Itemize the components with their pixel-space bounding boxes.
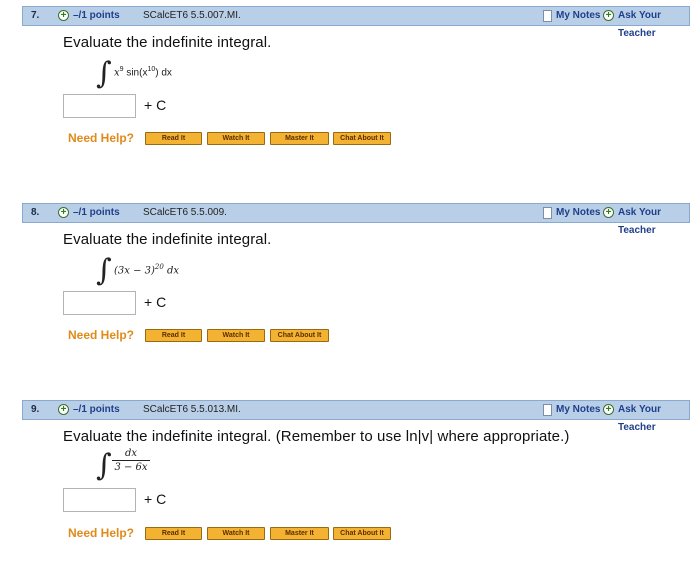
integral-sign-icon: ∫: [96, 448, 112, 483]
source-label: SCalcET6 5.5.009.: [143, 207, 227, 218]
plus-c-label: + C: [144, 491, 167, 507]
ask-teacher-link[interactable]: Ask Your Teacher: [618, 401, 689, 437]
question-header: 7. + –/1 points SCalcET6 5.5.007.MI. My …: [22, 6, 690, 39]
my-notes-link[interactable]: My Notes: [556, 204, 600, 222]
plus-circle-icon[interactable]: +: [58, 404, 69, 415]
points-label: –/1 points: [73, 10, 120, 21]
note-icon[interactable]: [543, 404, 552, 416]
fraction-bar: [112, 460, 150, 461]
plus-circle-icon[interactable]: +: [58, 207, 69, 218]
note-icon[interactable]: [543, 10, 552, 22]
points-label: –/1 points: [73, 404, 120, 415]
integrand-fraction: dx 3 − 6x: [112, 448, 150, 473]
question-number: 9.: [31, 404, 40, 415]
integrand: x9 sin(x10) dx: [114, 66, 172, 79]
master-it-button[interactable]: Master It: [270, 527, 329, 540]
question-prompt: Evaluate the indefinite integral.: [63, 34, 272, 51]
question-prompt: Evaluate the indefinite integral. (Remem…: [63, 428, 570, 445]
master-it-button[interactable]: Master It: [270, 132, 329, 145]
plus-circle-icon[interactable]: +: [58, 10, 69, 21]
read-it-button[interactable]: Read It: [145, 132, 202, 145]
fraction-numerator: dx: [124, 448, 138, 459]
read-it-button[interactable]: Read It: [145, 329, 202, 342]
answer-input[interactable]: [63, 488, 136, 512]
plus-c-label: + C: [144, 294, 167, 310]
answer-input[interactable]: [63, 94, 136, 118]
question-header: 8. + –/1 points SCalcET6 5.5.009. My Not…: [22, 203, 690, 236]
question-number: 8.: [31, 207, 40, 218]
question-header: 9. + –/1 points SCalcET6 5.5.013.MI. My …: [22, 400, 690, 433]
plus-circle-icon[interactable]: +: [603, 404, 614, 415]
integral-sign-icon: ∫: [96, 253, 112, 288]
answer-input[interactable]: [63, 291, 136, 315]
chat-about-it-button[interactable]: Chat About It: [333, 132, 391, 145]
integral-expression: ∫ x9 sin(x10) dx: [96, 56, 216, 92]
fraction-denominator: 3 − 6x: [114, 462, 148, 473]
source-label: SCalcET6 5.5.007.MI.: [143, 10, 241, 21]
watch-it-button[interactable]: Watch It: [207, 132, 265, 145]
integral-expression: ∫ (3x − 3)20 dx: [96, 253, 216, 289]
plus-circle-icon[interactable]: +: [603, 10, 614, 21]
question-prompt: Evaluate the indefinite integral.: [63, 231, 272, 248]
points-label: –/1 points: [73, 207, 120, 218]
ask-teacher-link[interactable]: Ask Your Teacher: [618, 7, 689, 43]
chat-about-it-button[interactable]: Chat About It: [333, 527, 391, 540]
integrand: (3x − 3)20 dx: [114, 263, 180, 277]
plus-c-label: + C: [144, 97, 167, 113]
need-help-label: Need Help?: [68, 131, 135, 145]
question-number: 7.: [31, 10, 40, 21]
my-notes-link[interactable]: My Notes: [556, 401, 600, 419]
watch-it-button[interactable]: Watch It: [207, 527, 265, 540]
my-notes-link[interactable]: My Notes: [556, 7, 600, 25]
need-help-label: Need Help?: [68, 526, 135, 540]
source-label: SCalcET6 5.5.013.MI.: [143, 404, 241, 415]
read-it-button[interactable]: Read It: [145, 527, 202, 540]
plus-circle-icon[interactable]: +: [603, 207, 614, 218]
chat-about-it-button[interactable]: Chat About It: [270, 329, 329, 342]
watch-it-button[interactable]: Watch It: [207, 329, 265, 342]
integral-expression: ∫ dx 3 − 6x: [96, 448, 216, 486]
integral-sign-icon: ∫: [96, 56, 112, 91]
ask-teacher-link[interactable]: Ask Your Teacher: [618, 204, 689, 240]
need-help-label: Need Help?: [68, 328, 135, 342]
note-icon[interactable]: [543, 207, 552, 219]
